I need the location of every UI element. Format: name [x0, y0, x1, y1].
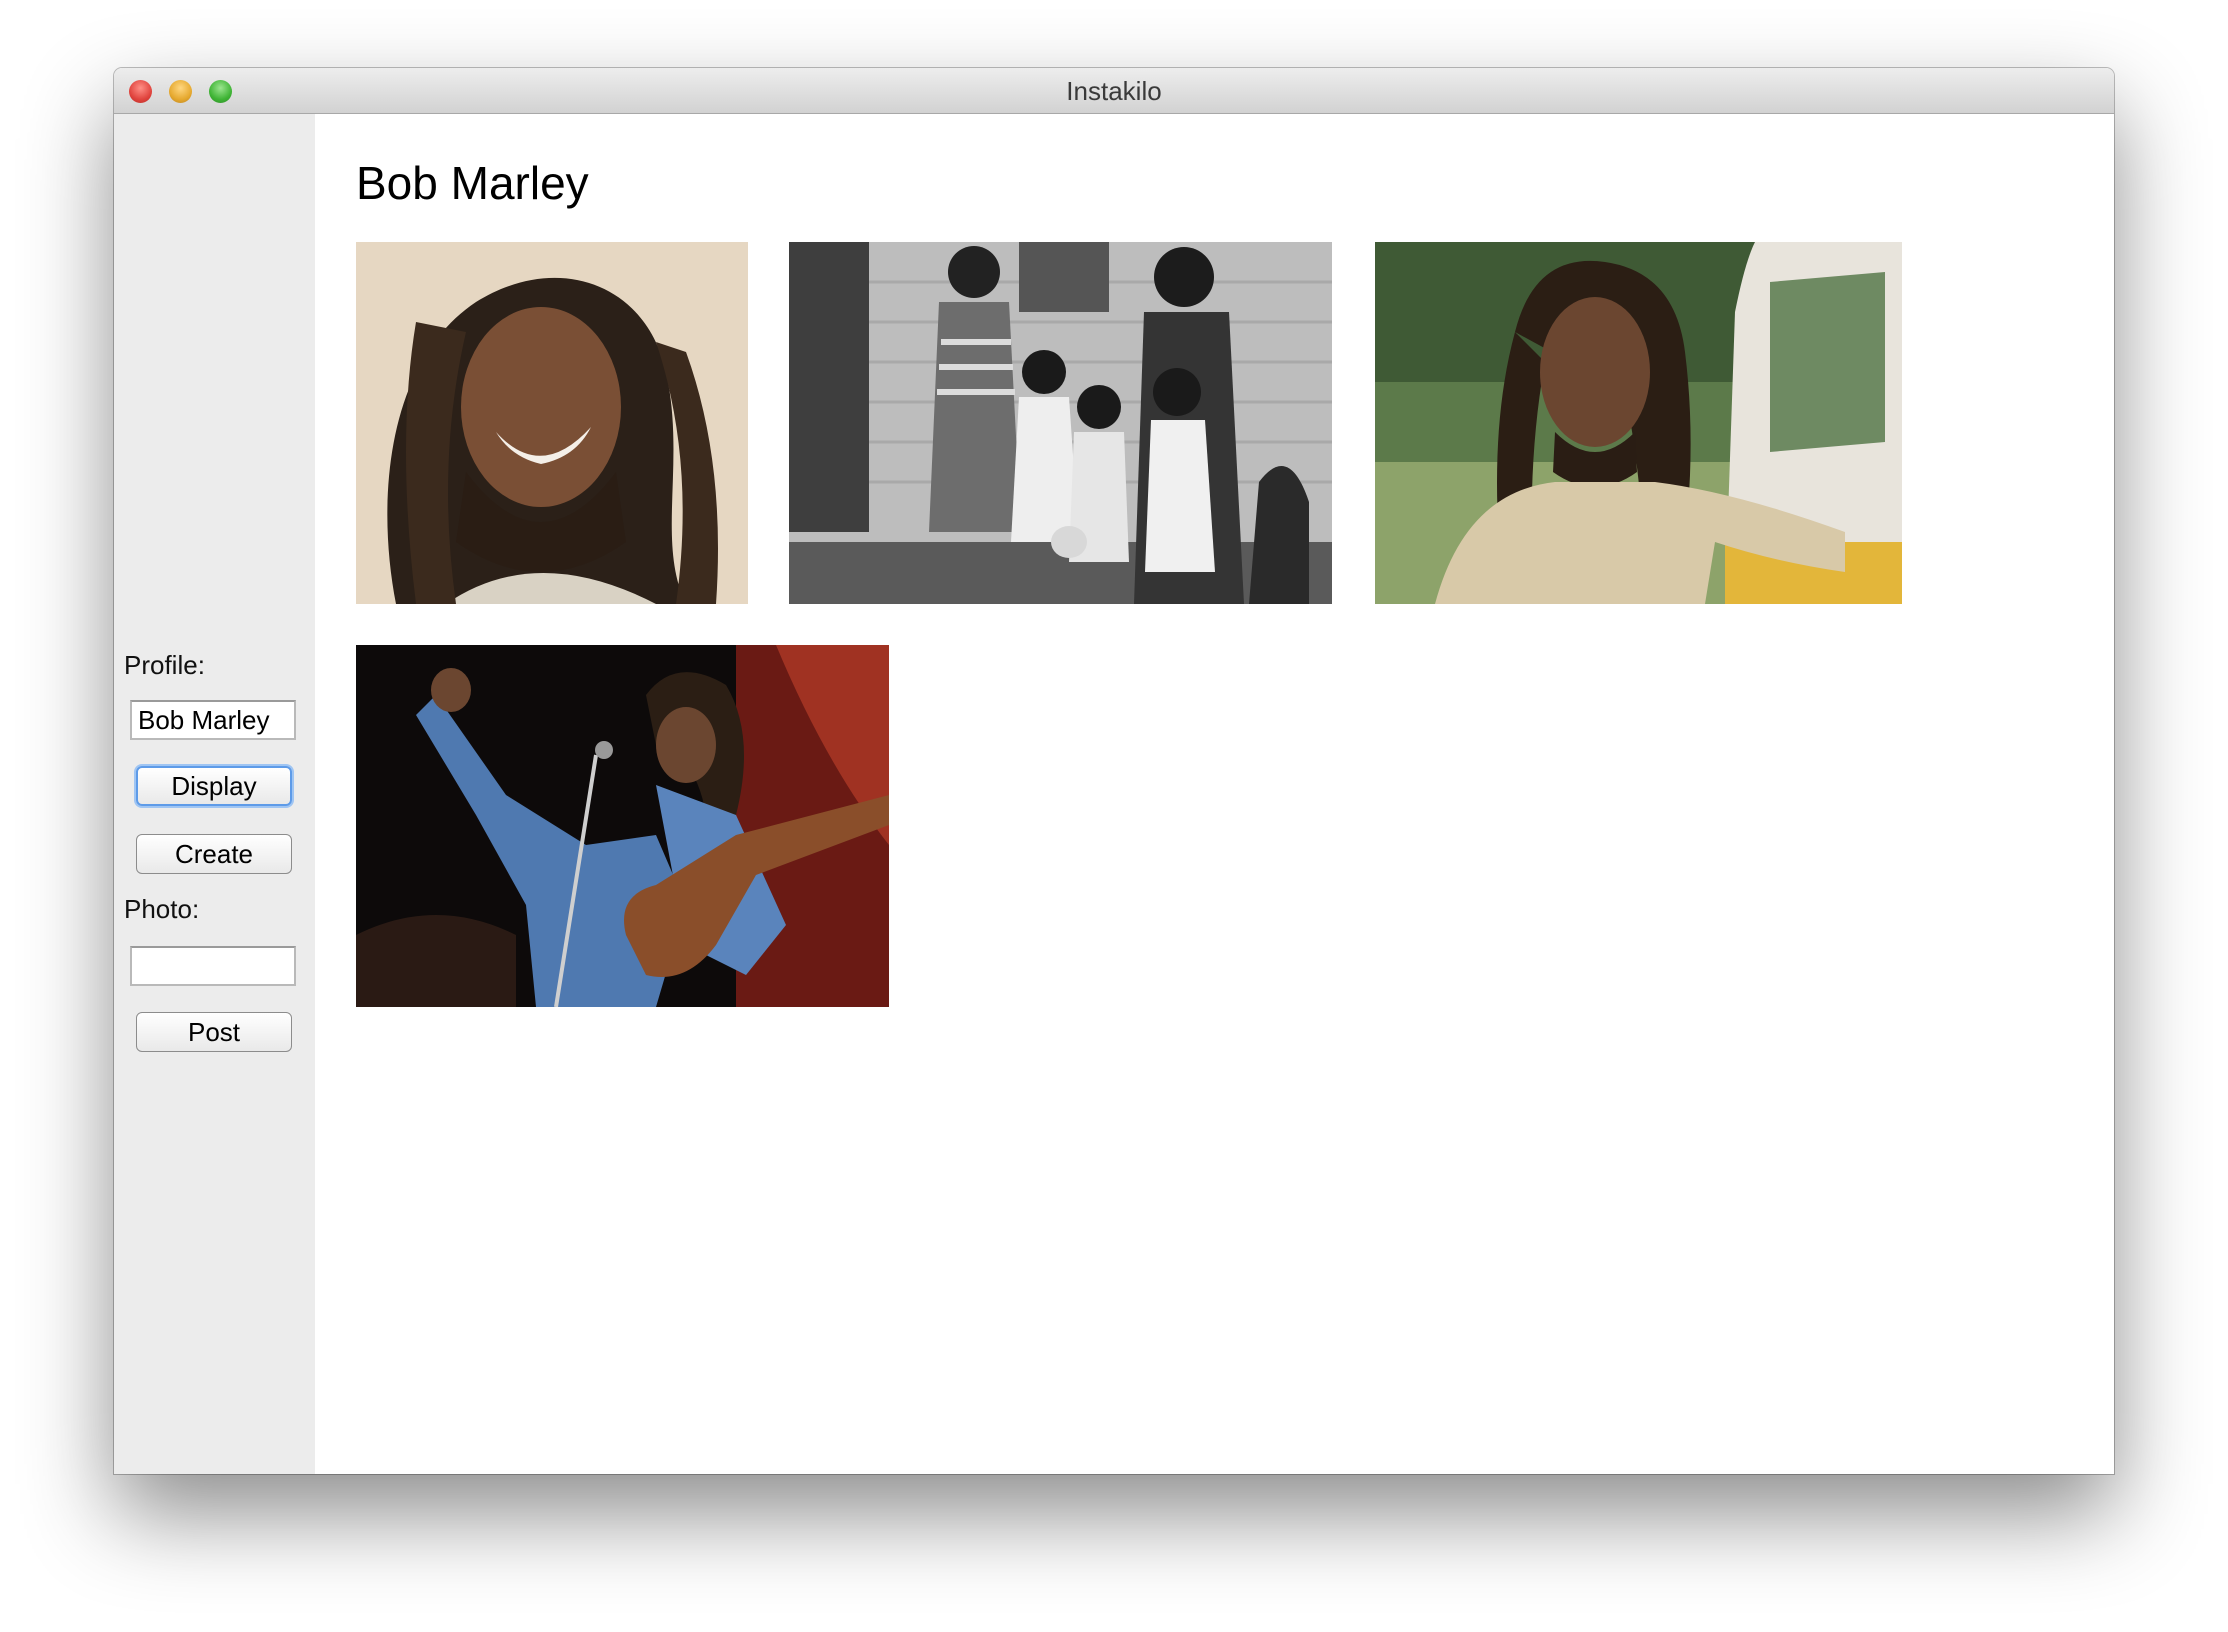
photo-input[interactable] — [130, 946, 296, 986]
profile-heading: Bob Marley — [356, 157, 589, 209]
family-group-photo[interactable] — [789, 242, 1332, 604]
portrait-by-car-photo[interactable] — [1375, 242, 1902, 604]
concert-performance-photo[interactable] — [356, 645, 889, 1007]
photo-label: Photo: — [124, 894, 200, 924]
create-button[interactable]: Create — [136, 834, 292, 874]
post-button[interactable]: Post — [136, 1012, 292, 1052]
sidebar: Profile: Display Create Photo: Post — [114, 114, 315, 1474]
window-title: Instakilo — [1066, 76, 1162, 106]
title-bar[interactable]: Instakilo — [114, 68, 2114, 114]
profile-input[interactable] — [130, 700, 296, 740]
portrait-smiling-photo[interactable] — [356, 242, 748, 604]
app-window: Instakilo Profile: Display Create Photo:… — [114, 68, 2114, 1474]
profile-label: Profile: — [124, 650, 205, 680]
display-button[interactable]: Display — [136, 766, 292, 806]
